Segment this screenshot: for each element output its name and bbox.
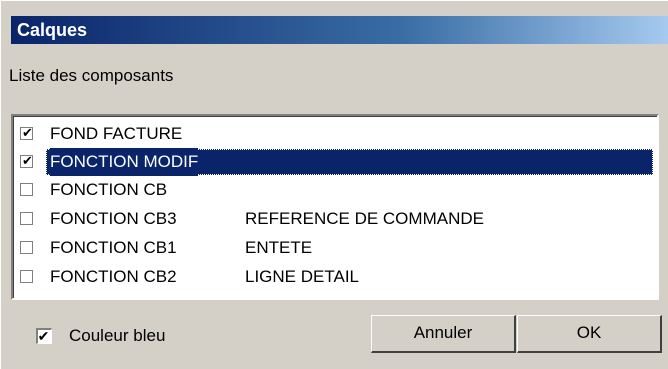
- item-label: FONCTION CB3: [50, 209, 177, 228]
- dialog-title: Calques: [17, 20, 88, 40]
- item-checkbox[interactable]: [20, 270, 33, 283]
- item-checkbox[interactable]: [20, 212, 33, 225]
- item-checkbox[interactable]: [20, 241, 33, 254]
- item-label: FOND FACTURE: [50, 124, 183, 143]
- list-item[interactable]: FONCTION CB2 LIGNE DETAIL: [20, 263, 653, 291]
- layers-dialog: Calques Liste des composants ✔ FOND FACT…: [0, 0, 668, 369]
- title-bar[interactable]: Calques: [11, 16, 668, 44]
- item-description: ENTETE: [245, 238, 313, 257]
- item-label: FONCTION MODIF: [50, 148, 199, 176]
- item-checkbox[interactable]: ✔: [20, 153, 33, 168]
- list-item-selected[interactable]: ✔ FONCTION MODIF: [20, 148, 653, 176]
- blue-color-checkbox[interactable]: ✔: [36, 328, 52, 344]
- list-item[interactable]: FONCTION CB3 REFERENCE DE COMMANDE: [20, 205, 653, 233]
- item-label: FONCTION CB: [50, 180, 168, 199]
- ok-button[interactable]: OK: [517, 315, 662, 353]
- list-item[interactable]: ✔ FOND FACTURE: [20, 120, 653, 148]
- components-listbox[interactable]: ✔ FOND FACTURE ✔ FONCTION MODIF FONCTION…: [11, 114, 659, 300]
- check-icon: ✔: [22, 153, 33, 168]
- list-item[interactable]: FONCTION CB1 ENTETE: [20, 234, 653, 262]
- list-label: Liste des composants: [9, 66, 174, 85]
- list-item[interactable]: FONCTION CB: [20, 176, 653, 204]
- item-checkbox[interactable]: [20, 183, 33, 196]
- check-icon: ✔: [22, 125, 33, 140]
- item-description: LIGNE DETAIL: [245, 267, 359, 286]
- item-label: FONCTION CB2: [50, 267, 177, 286]
- item-checkbox[interactable]: ✔: [20, 125, 33, 140]
- blue-color-label[interactable]: Couleur bleu: [69, 326, 165, 346]
- item-description: REFERENCE DE COMMANDE: [245, 209, 484, 228]
- check-icon: ✔: [37, 328, 50, 344]
- cancel-button[interactable]: Annuler: [371, 315, 516, 353]
- item-label: FONCTION CB1: [50, 238, 177, 257]
